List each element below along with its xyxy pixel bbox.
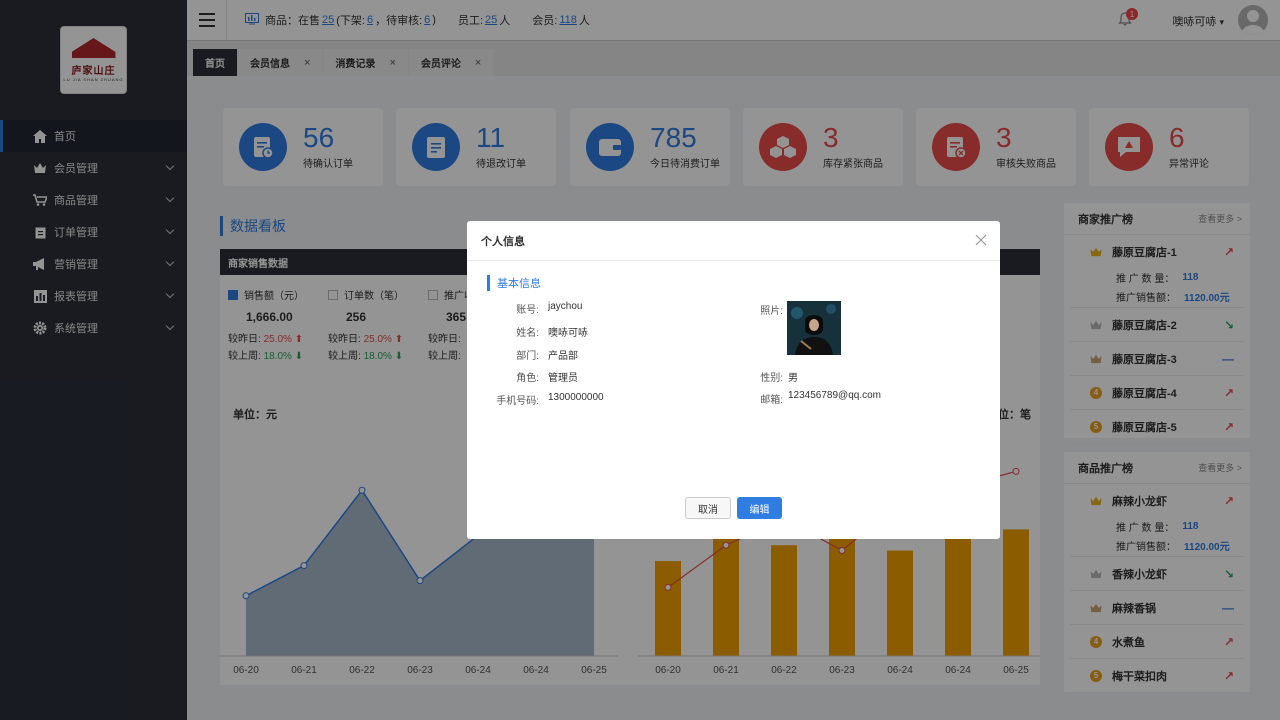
email-label: 邮箱: [760,395,783,406]
close-icon[interactable] [974,233,988,247]
modal-section-title: 基本信息 [487,275,541,291]
field-email: 123456789@qq.com [788,390,881,401]
field-role: 管理员 [548,373,578,384]
field-name: 噢哧可哧 [548,328,588,339]
edit-button[interactable]: 编辑 [737,497,782,519]
profile-photo [787,301,841,355]
field-gender: 男 [788,373,798,384]
field-label: 账号: [516,305,539,316]
gender-label: 性别: [760,373,783,384]
field-label: 角色: [516,373,539,384]
photo-label: 照片: [760,306,783,317]
field-label: 部门: [516,351,539,362]
cancel-button[interactable]: 取消 [685,497,731,519]
field-label: 姓名: [516,328,539,339]
profile-modal: 个人信息 基本信息 账号: jaychou 姓名: 噢哧可哧 部门: 产品部 角… [467,221,1000,539]
field-account: jaychou [548,301,583,312]
field-label: 手机号码: [496,396,539,407]
modal-title: 个人信息 [467,221,1000,261]
field-phone: 1300000000 [548,392,604,403]
field-department: 产品部 [548,351,578,362]
